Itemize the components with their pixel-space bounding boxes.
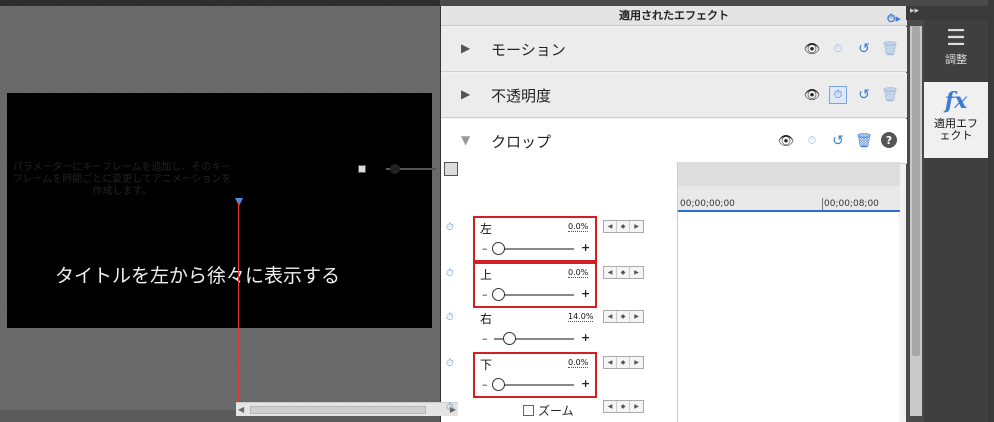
highlight-box [473, 216, 597, 262]
adjust-button[interactable]: ☰ 調整 [924, 26, 988, 82]
effect-row-crop[interactable]: ▼ クロップ 👁 ⏱ ↺ 🗑 ? [441, 119, 907, 164]
highlight-box [473, 262, 597, 308]
help-icon[interactable]: ? [881, 132, 897, 148]
ruler-tick [822, 198, 823, 210]
stopwatch-icon[interactable]: ⏱ [446, 312, 454, 323]
sliders-icon: ☰ [946, 26, 966, 51]
crop-param-row: ⏱ 右 14.0% – + ◀ ◆ ▶ [440, 308, 676, 352]
panel-title: 適用されたエフェクト [619, 9, 729, 22]
eye-icon[interactable]: 👁 [803, 86, 821, 104]
param-value[interactable]: 14.0% [568, 312, 594, 322]
collapse-arrow-icon[interactable]: ▼ [461, 133, 470, 147]
increment-icon[interactable]: + [581, 331, 590, 344]
panel-scroll-thumb[interactable] [912, 26, 920, 356]
window-edge [988, 0, 994, 422]
side-toolbar: ☰ 調整 fx 適用エフェクト [924, 20, 988, 422]
expand-arrow-icon[interactable]: ▶ [461, 87, 470, 101]
zoom-checkbox-row[interactable]: ズーム [523, 402, 574, 419]
video-preview[interactable]: タイトルを左から徐々に表示する [7, 93, 432, 328]
eye-icon[interactable]: 👁 [803, 40, 821, 58]
panel-scrollbar[interactable] [910, 26, 922, 416]
keyframe-nav[interactable]: ◀ ◆ ▶ [603, 266, 644, 279]
adjust-label: 調整 [945, 53, 967, 66]
expand-arrow-icon[interactable]: ▶ [461, 41, 470, 55]
stopwatch-icon[interactable]: ⏱ [829, 40, 847, 58]
highlight-box [473, 352, 597, 398]
stopwatch-icon[interactable]: ⏱ [829, 86, 847, 104]
fx-icon: fx [944, 88, 968, 114]
effect-label: モーション [491, 41, 566, 59]
stopwatch-icon[interactable]: ⏱ [446, 222, 454, 233]
trash-icon[interactable]: 🗑 [881, 40, 899, 58]
zoom-slider-knob[interactable] [390, 164, 400, 174]
zoom-out-icon[interactable] [358, 165, 366, 173]
keyframe-nav[interactable]: ◀ ◆ ▶ [603, 356, 644, 369]
keyframe-timeline[interactable]: 00;00;00;00 00;00;08;00 [677, 162, 900, 422]
timeline-zoom-slider[interactable] [386, 164, 436, 174]
monitor-topbar [0, 0, 440, 6]
video-title-text: タイトルを左から徐々に表示する [55, 265, 341, 287]
effect-label: クロップ [491, 133, 552, 151]
decrement-icon[interactable]: – [482, 332, 488, 345]
timeline-ruler[interactable]: 00;00;00;00 00;00;08;00 [678, 186, 900, 212]
playhead-line[interactable] [238, 202, 239, 404]
scroll-thumb[interactable] [250, 406, 426, 414]
reset-icon[interactable]: ↺ [855, 40, 873, 58]
time-label-mid: 00;00;08;00 [824, 199, 879, 209]
panel-header: 適用されたエフェクト ⏱▸ [441, 6, 907, 26]
stopwatch-menu-icon[interactable]: ⏱▸ [887, 9, 901, 29]
timeline-toolbar [678, 162, 900, 186]
timeline-scrollbar[interactable]: ◀ ▶ [236, 402, 458, 416]
time-label-start: 00;00;00;00 [680, 199, 735, 209]
stopwatch-icon[interactable]: ⏱ [803, 132, 821, 150]
trash-icon[interactable]: 🗑 [881, 86, 899, 104]
zoom-label: ズーム [538, 404, 574, 418]
stopwatch-icon[interactable]: ⏱ [446, 402, 454, 413]
zoom-checkbox[interactable] [523, 405, 534, 416]
keyframe-nav[interactable]: ◀ ◆ ▶ [603, 400, 644, 413]
scroll-left-icon[interactable]: ◀ [238, 405, 244, 414]
panel-menu[interactable]: ▸▸ [906, 6, 994, 20]
keyframe-nav[interactable]: ◀ ◆ ▶ [603, 220, 644, 233]
effect-row-opacity[interactable]: ▶ 不透明度 👁 ⏱ ↺ 🗑 [441, 73, 907, 118]
applied-effects-button[interactable]: fx 適用エフェクト [924, 82, 988, 158]
monitor-panel: タイトルを左から徐々に表示する [0, 0, 440, 422]
keyframe-tooltip: パラメーターにキーフレームを追加し、そのキーフレームを時間ごとに変更してアニメー… [12, 162, 232, 197]
effect-label: 不透明度 [491, 87, 552, 105]
effect-row-motion[interactable]: ▶ モーション 👁 ⏱ ↺ 🗑 [441, 27, 907, 72]
reset-icon[interactable]: ↺ [855, 86, 873, 104]
zoom-in-icon[interactable] [444, 162, 458, 176]
keyframe-nav[interactable]: ◀ ◆ ▶ [603, 310, 644, 323]
stopwatch-icon[interactable]: ⏱ [446, 358, 454, 369]
reset-icon[interactable]: ↺ [829, 132, 847, 150]
applied-label: 適用エフェクト [934, 117, 978, 142]
stopwatch-icon[interactable]: ⏱ [446, 268, 454, 279]
param-name: 右 [480, 312, 493, 326]
trash-icon[interactable]: 🗑 [855, 132, 873, 150]
param-slider-knob[interactable] [503, 332, 516, 345]
eye-icon[interactable]: 👁 [777, 132, 795, 150]
